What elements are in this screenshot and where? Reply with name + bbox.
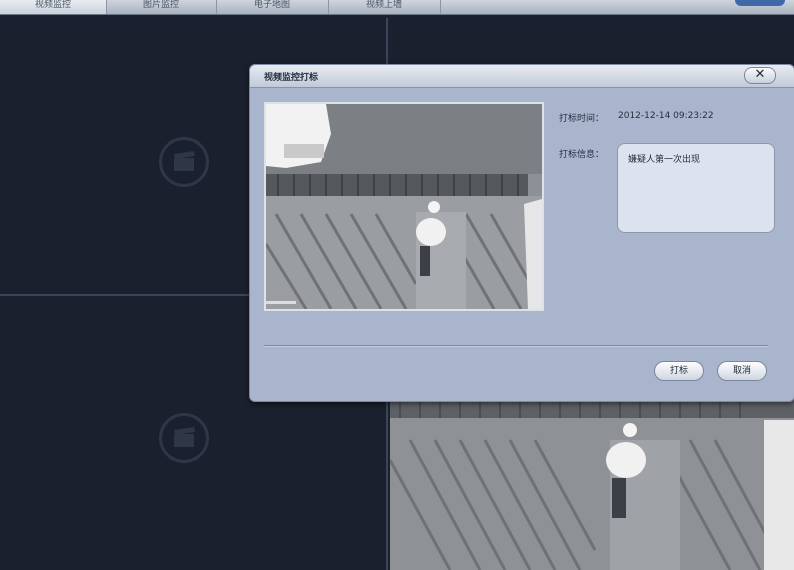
top-right-button[interactable] — [735, 0, 785, 6]
cancel-button[interactable]: 取消 — [717, 361, 767, 381]
mark-time-value: 2012-12-14 09:23:22 — [618, 111, 714, 121]
video-feed-pane-4[interactable] — [390, 400, 794, 570]
snapshot-preview — [264, 102, 544, 311]
tab-e-map[interactable]: 电子地图 — [216, 0, 329, 14]
dialog-divider — [264, 345, 768, 347]
dialog-title: 视频监控打标 — [264, 73, 319, 83]
camera-icon — [159, 137, 209, 187]
close-button[interactable]: ✕ — [744, 67, 776, 84]
mark-info-label: 打标信息： — [559, 150, 605, 160]
tab-video-wall[interactable]: 视频上墙 — [328, 0, 441, 14]
dialog-titlebar[interactable]: 视频监控打标 ✕ — [250, 65, 794, 88]
tab-image-monitor[interactable]: 图片监控 — [106, 0, 217, 14]
top-tab-bar: 视频监控 图片监控 电子地图 视频上墙 — [0, 0, 794, 15]
mark-time-label: 打标时间： — [559, 114, 605, 124]
mark-dialog: 视频监控打标 ✕ 打标时间： 2012-12-14 09:23:22 打标信息：… — [249, 64, 794, 402]
tab-video-monitor[interactable]: 视频监控 — [0, 0, 107, 14]
mark-button[interactable]: 打标 — [654, 361, 704, 381]
mark-info-input[interactable]: 嫌疑人第一次出现 — [617, 143, 775, 233]
camera-icon — [159, 413, 209, 463]
